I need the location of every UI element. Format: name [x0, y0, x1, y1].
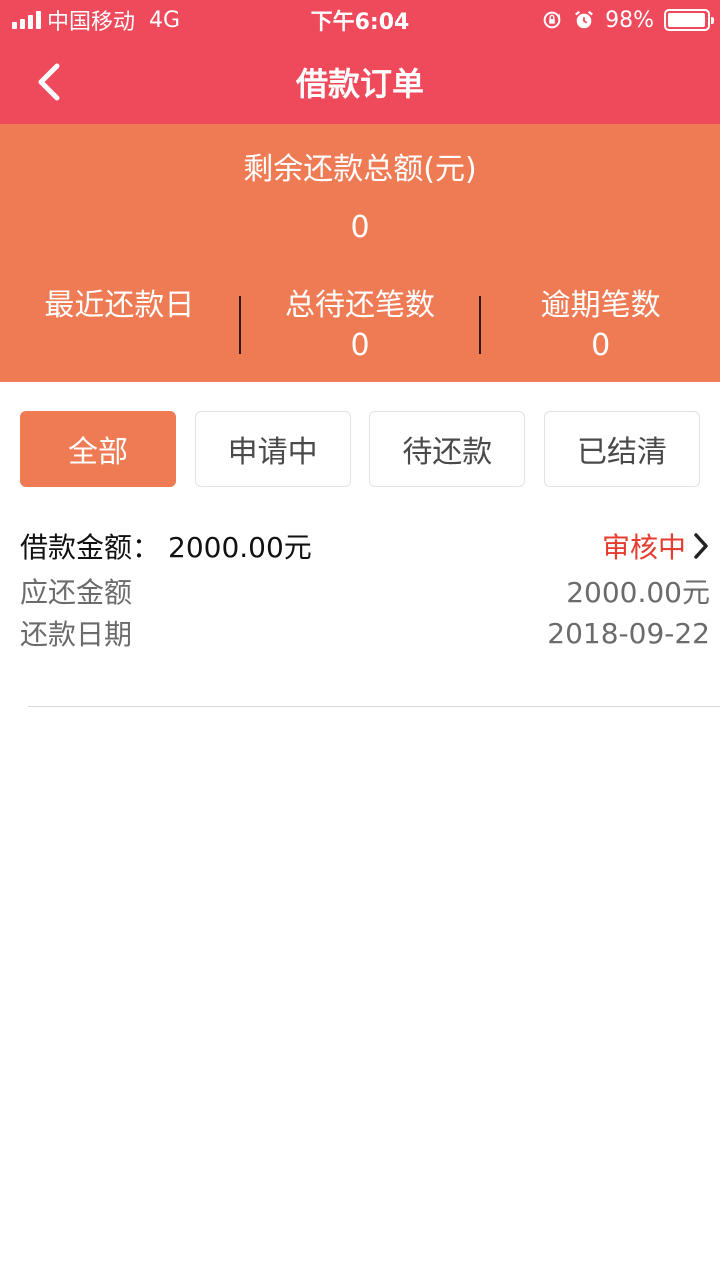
- chevron-right-icon: [694, 533, 708, 559]
- battery-fill: [668, 13, 706, 27]
- filter-tabs: 全部 申请中 待还款 已结清: [20, 411, 700, 487]
- back-button[interactable]: [20, 54, 76, 110]
- row-value: 2000.00元: [566, 576, 710, 609]
- remaining-total-value: 0: [350, 210, 370, 245]
- page-title: 借款订单: [295, 65, 424, 103]
- row-label: 应还金额: [20, 576, 133, 609]
- stat-label: 最近还款日: [44, 288, 195, 323]
- status-right: 98%: [541, 7, 714, 33]
- order-row-due-amount: 应还金额 2000.00元: [20, 570, 710, 612]
- stat-overdue-count: 逾期笔数 0: [481, 286, 720, 366]
- order-row-due-date: 还款日期 2018-09-22: [20, 612, 710, 654]
- stat-value: 0: [350, 328, 370, 363]
- tab-all[interactable]: 全部: [20, 411, 176, 487]
- stat-label: 逾期笔数: [540, 288, 661, 323]
- loan-amount-value: 2000.00元: [168, 531, 312, 564]
- order-status-link[interactable]: 审核中: [602, 526, 710, 566]
- tab-pending-repayment[interactable]: 待还款: [369, 411, 526, 487]
- alarm-icon: [575, 10, 594, 29]
- rotation-lock-icon: [543, 11, 561, 29]
- status-bar: 中国移动 4G 下午6:04 98%: [0, 0, 720, 40]
- stat-value: 0: [591, 328, 611, 363]
- network-type: 4G: [149, 7, 181, 33]
- tab-settled[interactable]: 已结清: [543, 411, 700, 487]
- order-header: 借款金额： 2000.00元 审核中: [20, 522, 710, 570]
- stat-label: 总待还笔数: [285, 288, 435, 323]
- row-label: 还款日期: [20, 618, 133, 651]
- order-item[interactable]: 借款金额： 2000.00元 审核中 应还金额 2000.00元 还款日期 20…: [20, 522, 710, 654]
- signal-icon: [12, 11, 41, 29]
- stat-recent-due-date: 最近还款日: [0, 286, 239, 366]
- battery-icon: [664, 9, 714, 31]
- remaining-total-label: 剩余还款总额(元): [243, 152, 477, 187]
- row-value: 2018-09-22: [547, 616, 710, 650]
- chevron-left-icon: [38, 63, 60, 101]
- nav-bar: 借款订单: [0, 40, 720, 124]
- order-status-text: 审核中: [601, 531, 686, 564]
- order-divider: [28, 706, 720, 707]
- tab-applying[interactable]: 申请中: [194, 411, 351, 487]
- carrier-name: 中国移动: [47, 10, 136, 35]
- summary-stats: 最近还款日 总待还笔数 0 逾期笔数 0: [0, 286, 720, 366]
- loan-amount-label: 借款金额：: [20, 531, 161, 564]
- battery-percent: 98%: [605, 7, 654, 33]
- repayment-summary: 剩余还款总额(元) 0 最近还款日 总待还笔数 0 逾期笔数 0: [0, 124, 720, 382]
- stat-pending-count: 总待还笔数 0: [241, 286, 480, 366]
